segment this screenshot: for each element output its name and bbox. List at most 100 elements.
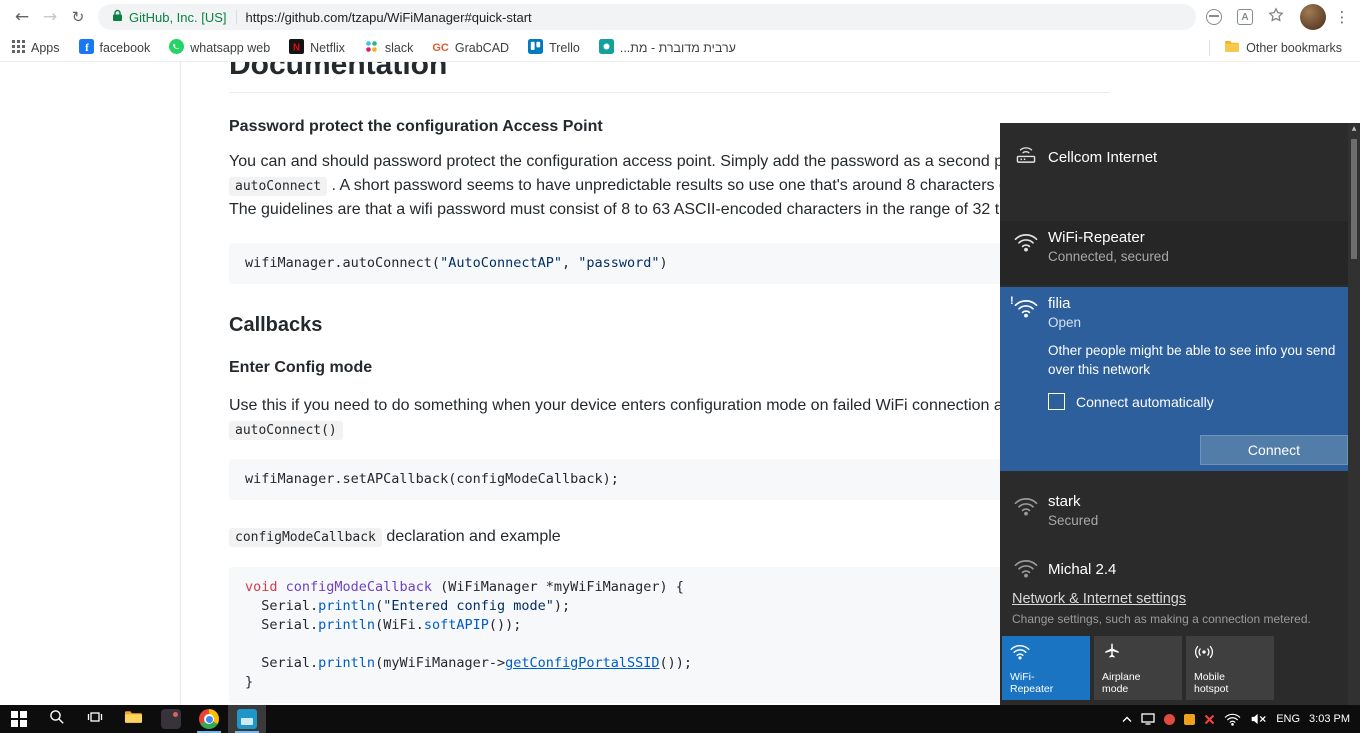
inline-code-autoconnect-call: autoConnect() [229,421,343,440]
trello-icon [528,38,544,57]
network-item-filia[interactable]: ! filia Open Other people might be able … [1000,287,1348,471]
volume-muted-icon[interactable] [1250,713,1267,725]
scroll-up-icon[interactable] [1348,125,1360,132]
code-block-setapcallback: wifiManager.setAPCallback(configModeCall… [229,459,1110,500]
active-app-button[interactable] [228,705,266,733]
netflix-icon: N [289,38,305,57]
wifi-warning-icon: ! [1010,295,1040,321]
paragraph-text: Use this if you need to do something whe… [229,397,1003,414]
lock-icon [112,9,123,25]
settings-caption: Change settings, such as making a connec… [1012,612,1311,626]
network-settings-link[interactable]: Network & Internet settings [1012,591,1186,607]
bookmark-hebrew-site[interactable]: ערבית מדוברת - מת... [598,38,736,57]
display-tray-icon[interactable] [1141,713,1155,725]
readme-content: Documentation Password protect the confi… [229,62,1110,703]
search-button[interactable] [38,705,76,733]
profile-avatar[interactable] [1300,4,1326,30]
wifi-tray-icon[interactable] [1224,713,1241,726]
bookmark-star-icon[interactable] [1268,6,1284,28]
tile-wifi[interactable]: WiFi-Repeater [1002,636,1090,700]
taskbar: ENG 3:03 PM [0,705,1360,733]
documentation-heading: Documentation [229,62,1110,93]
facebook-icon: f [78,38,94,57]
folder-icon [1224,40,1240,56]
omnibox-divider [235,10,237,24]
file-explorer-button[interactable] [114,705,152,733]
forward-button[interactable] [36,3,64,31]
network-item-stark[interactable]: stark Secured [1000,485,1348,549]
wifi-icon [1014,559,1040,581]
bookmark-whatsapp-web[interactable]: whatsapp web [169,38,270,57]
inline-code-autoconnect: autoConnect [229,177,328,196]
quick-action-tiles: WiFi-Repeater Airplane mode Mobile hotsp… [1002,636,1274,700]
airplane-icon [1102,642,1122,662]
toolbar-actions: A [1206,6,1284,28]
panel-scrollbar[interactable] [1348,123,1360,705]
tile-mobile-hotspot[interactable]: Mobile hotspot [1186,636,1274,700]
back-button[interactable] [8,3,36,31]
open-network-warning: Other people might be able to see info y… [1048,343,1336,377]
task-view-icon [87,709,103,730]
connect-button[interactable]: Connect [1200,435,1348,465]
translate-icon[interactable]: A [1237,9,1253,25]
refresh-button[interactable] [64,3,92,31]
app-icon-dark [161,709,181,729]
browser-toolbar: GitHub, Inc. [US] https://github.com/tza… [0,0,1360,34]
wifi-networks-flyout: Cellcom Internet WiFi-Repeater Connected… [1000,123,1360,705]
whatsapp-icon [169,38,185,57]
grabcad-icon: GC [432,41,449,54]
bookmark-netflix[interactable]: N Netflix [289,38,345,57]
paragraph-text: . A short password seems to have unpredi… [327,177,1014,194]
wifi-icon [1014,497,1040,519]
svg-text:N: N [293,42,300,53]
password-protect-heading: Password protect the configuration Acces… [229,118,603,135]
connect-automatically-label: Connect automatically [1076,394,1214,410]
search-icon [49,709,65,730]
extension-icon[interactable] [1206,9,1222,25]
error-tray-icon[interactable] [1204,714,1215,725]
wifi-icon [1010,642,1030,662]
code-block-callback-example: void configModeCallback (WiFiManager *my… [229,567,1110,703]
paragraph-config-mode: Use this if you need to do something whe… [229,394,1110,442]
language-indicator[interactable]: ENG [1276,713,1300,725]
chrome-icon [199,709,219,729]
tile-airplane-mode[interactable]: Airplane mode [1094,636,1182,700]
connect-automatically-checkbox[interactable] [1048,393,1065,410]
file-explorer-icon [124,709,143,730]
wifi-icon [1014,233,1040,255]
browser-menu-icon[interactable] [1332,8,1352,26]
address-bar[interactable]: GitHub, Inc. [US] https://github.com/tza… [98,4,1196,30]
chrome-taskbar-button[interactable] [190,705,228,733]
network-item-cellcom[interactable]: Cellcom Internet [1000,137,1348,221]
security-tray-icon[interactable] [1164,713,1176,725]
hidden-icons-chevron[interactable] [1122,716,1132,723]
security-label[interactable]: GitHub, Inc. [US] [129,10,227,25]
declaration-text: declaration and example [381,528,561,545]
bookmark-trello[interactable]: Trello [528,38,580,57]
svg-text:f: f [85,42,89,54]
declaration-line: configModeCallback declaration and examp… [229,525,1110,550]
page-left-divider [180,62,181,705]
paragraph-text: The guidelines are that a wifi password … [229,201,1009,218]
task-view-button[interactable] [76,705,114,733]
broadband-router-icon [1014,145,1040,167]
callbacks-heading: Callbacks [229,314,323,336]
slack-icon [364,39,379,57]
start-button[interactable] [0,705,38,733]
apps-grid-icon [12,39,25,56]
app-tray-icon[interactable] [1184,713,1196,725]
pinned-app-button[interactable] [152,705,190,733]
inline-code-configmodecallback: configModeCallback [229,528,382,547]
bookmark-slack[interactable]: slack [364,39,413,57]
url-text[interactable]: https://github.com/tzapu/WiFiManager#qui… [246,10,532,25]
scrollbar-thumb[interactable] [1351,139,1357,259]
warning-badge: ! [1010,295,1014,307]
other-bookmarks[interactable]: Other bookmarks [1224,40,1342,56]
code-block-autoconnect-password: wifiManager.autoConnect("AutoConnectAP",… [229,243,1110,284]
network-item-wifi-repeater[interactable]: WiFi-Repeater Connected, secured [1000,221,1348,285]
bookmark-grabcad[interactable]: GC GrabCAD [432,41,509,55]
clock[interactable]: 3:03 PM [1309,713,1350,725]
system-tray: ENG 3:03 PM [1122,713,1360,726]
apps-shortcut[interactable]: Apps [12,39,60,56]
bookmark-facebook[interactable]: f facebook [78,38,150,57]
